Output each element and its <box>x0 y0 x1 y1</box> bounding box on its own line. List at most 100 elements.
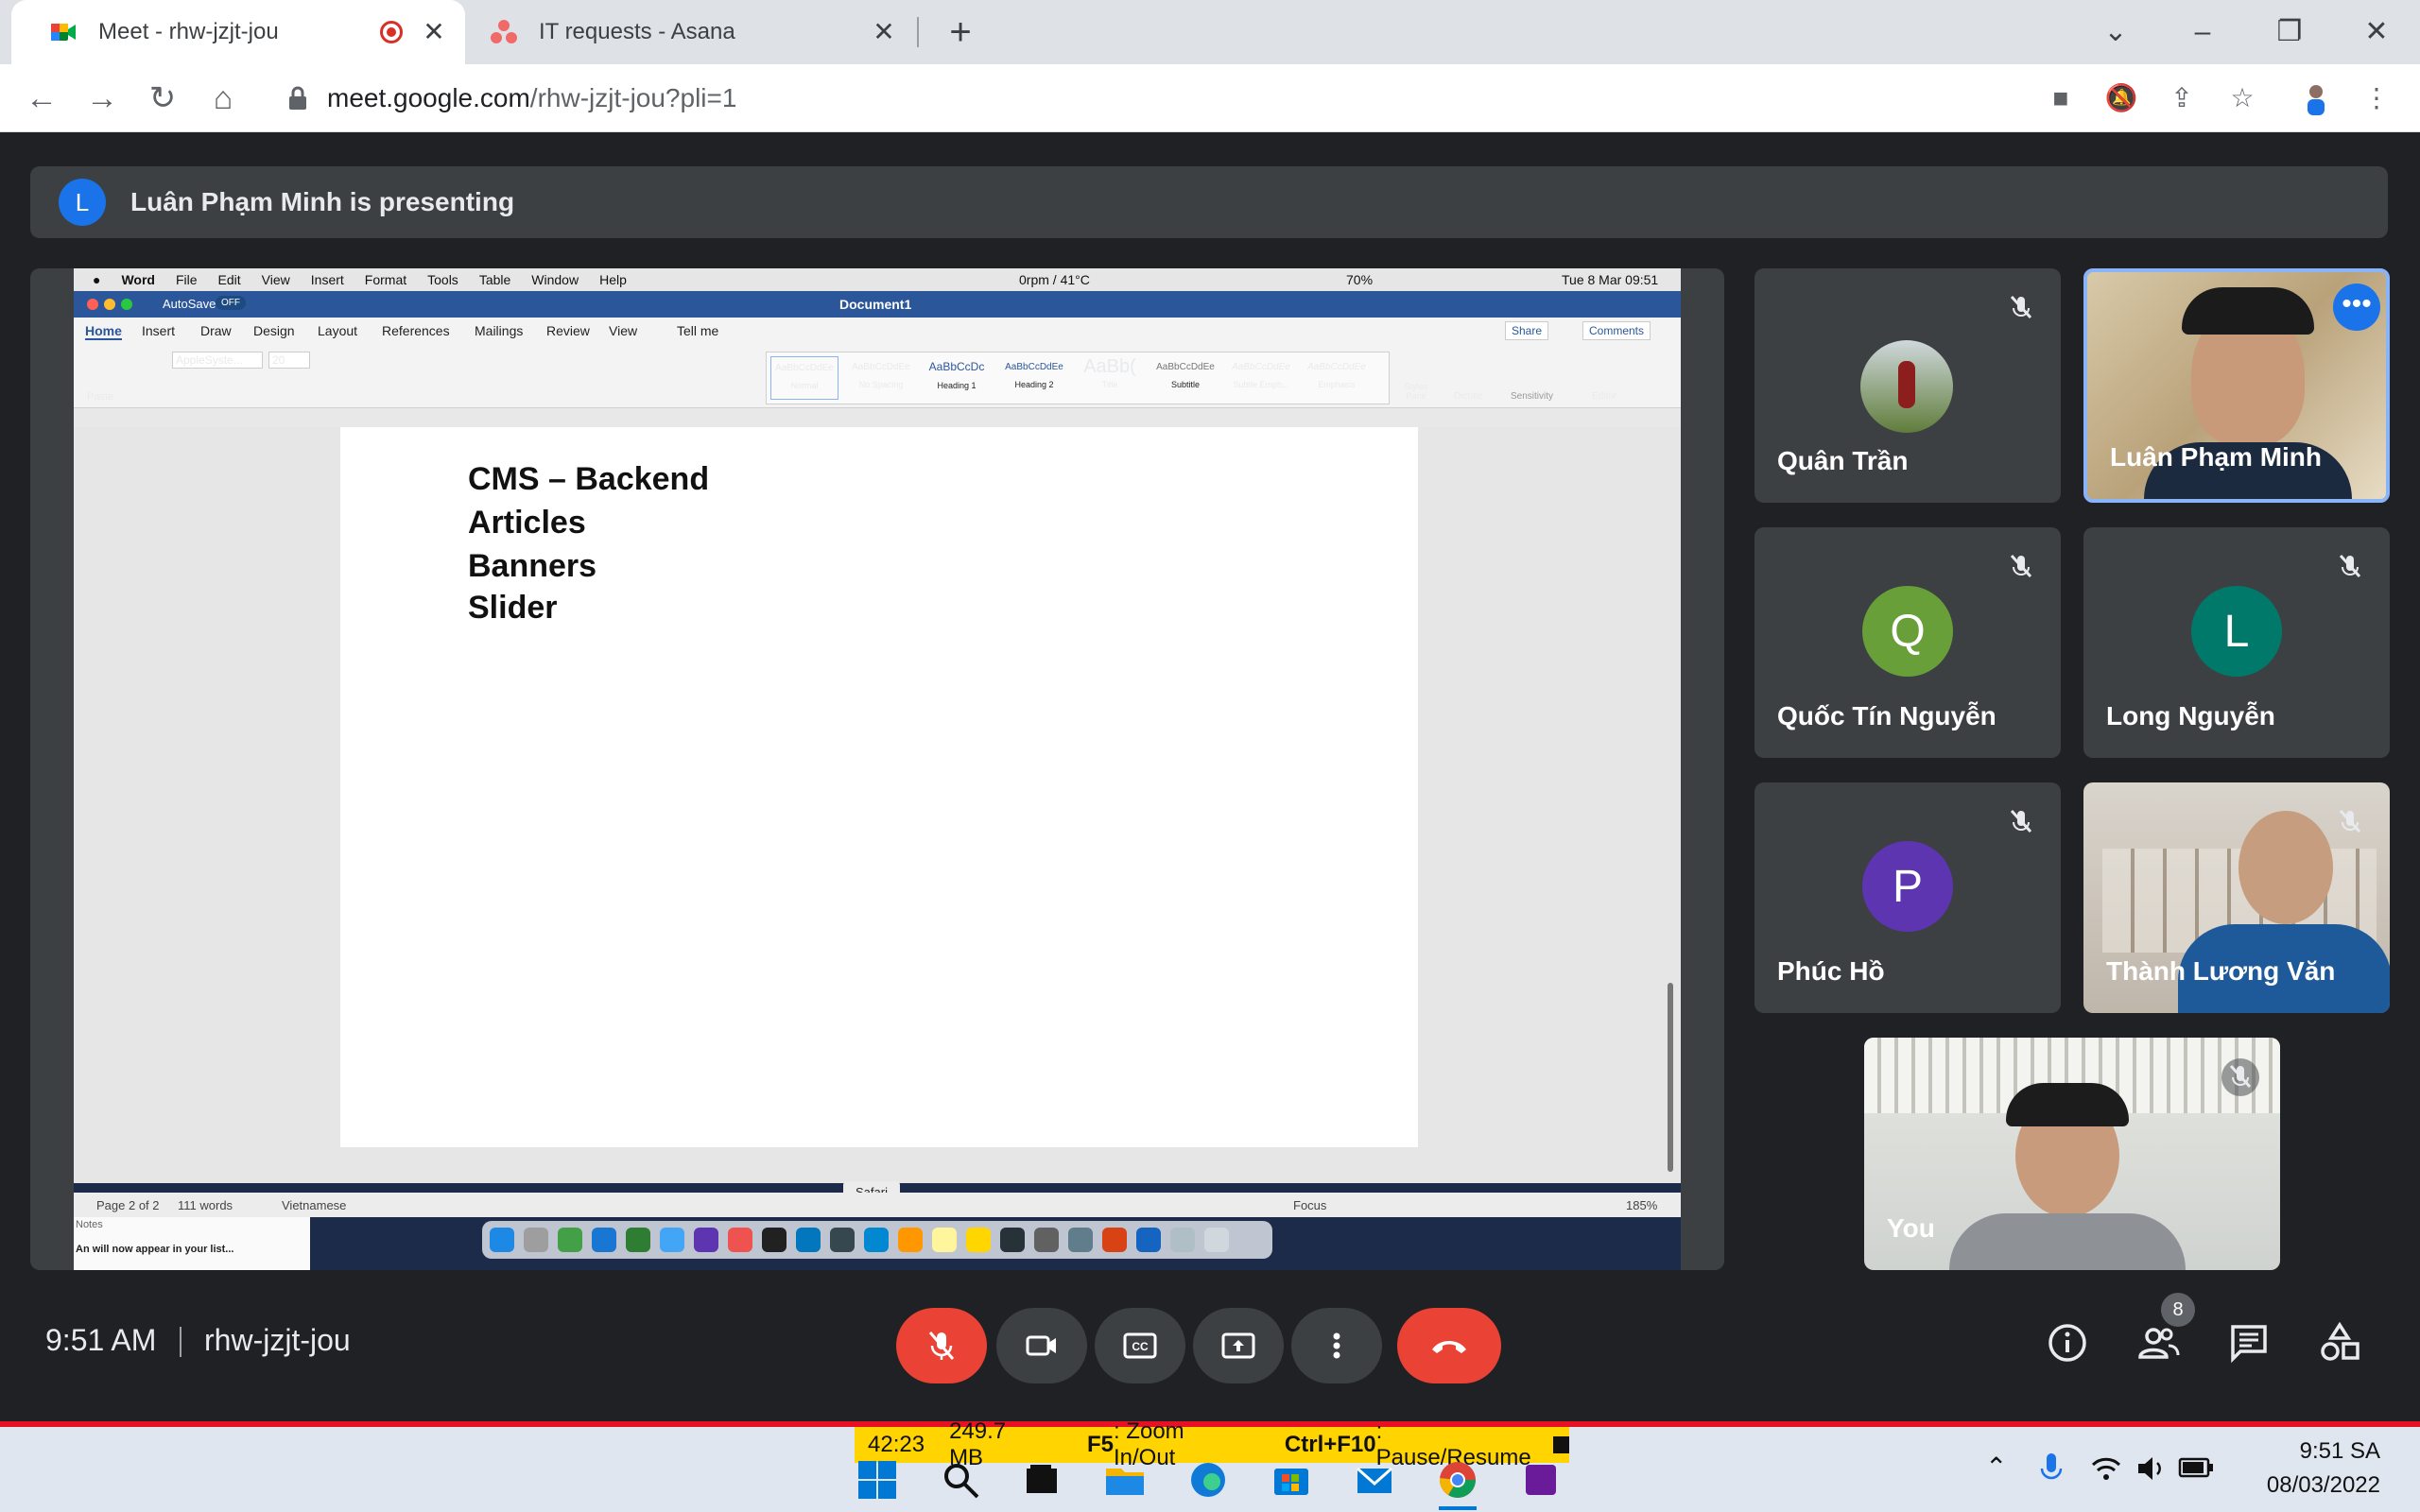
terminal-icon <box>762 1228 786 1252</box>
notes-widget: Notes An will now appear in your list... <box>74 1217 310 1270</box>
file-explorer-icon[interactable] <box>1104 1459 1146 1501</box>
tab-title: Meet - rhw-jzjt-jou <box>98 19 279 44</box>
mac-menu-item: Window <box>531 272 579 287</box>
url-host: meet.google.com <box>327 83 530 112</box>
style-subtle-emphasis: AaBbCcDdEe Subtle Emph... <box>1232 362 1290 389</box>
edge-icon[interactable] <box>1187 1459 1229 1501</box>
share-button: Share <box>1505 321 1549 340</box>
store-icon[interactable] <box>1270 1459 1312 1501</box>
bookmark-star-icon[interactable]: ☆ <box>2223 79 2261 117</box>
sensitivity-label: Sensitivity <box>1511 391 1554 402</box>
minimize-window-icon[interactable]: – <box>2184 13 2221 51</box>
chat-button[interactable] <box>2225 1319 2273 1366</box>
word-icon <box>1136 1228 1161 1252</box>
participant-tile[interactable]: Thành Lương Văn <box>2083 782 2390 1013</box>
wifi-icon[interactable] <box>2089 1452 2123 1486</box>
browser-toolbar: ← → ↻ ⌂ meet.google.com/rhw-jzjt-jou?pli… <box>0 64 2420 132</box>
tab-asana[interactable]: IT requests - Asana ✕ <box>467 0 915 64</box>
divider <box>180 1327 182 1357</box>
meeting-clock: 9:51 AM <box>45 1323 157 1357</box>
close-tab-icon[interactable]: ✕ <box>870 18 898 46</box>
camera-in-use-icon[interactable]: ■ <box>2042 79 2080 117</box>
close-tab-icon[interactable]: ✕ <box>420 18 448 46</box>
mail-icon[interactable] <box>1354 1459 1395 1501</box>
chrome-icon[interactable] <box>1437 1459 1478 1501</box>
participant-name: Long Nguyễn <box>2106 701 2275 730</box>
editor-label: Editor <box>1592 391 1617 402</box>
present-now-button[interactable] <box>1193 1308 1284 1383</box>
app-icon <box>966 1228 991 1252</box>
status-words: 111 words <box>178 1198 233 1212</box>
participant-name: Quốc Tín Nguyễn <box>1777 701 1996 730</box>
search-icon[interactable] <box>940 1459 981 1501</box>
activities-button[interactable] <box>2316 1319 2363 1366</box>
battery-charging-icon[interactable] <box>2178 1453 2216 1482</box>
ribbon-tab: References <box>382 323 450 338</box>
task-view-icon[interactable] <box>1021 1459 1063 1501</box>
meeting-details-button[interactable] <box>2044 1319 2091 1366</box>
ribbon-tab: Design <box>253 323 295 338</box>
mac-zoom-button <box>121 299 132 310</box>
dictate-label: Dictate <box>1454 391 1484 402</box>
self-video-hair <box>2006 1083 2129 1126</box>
participant-avatar: Q <box>1862 586 1953 677</box>
stop-recording-icon[interactable] <box>1553 1436 1569 1453</box>
taskbar-clock-date[interactable]: 08/03/2022 <box>2267 1472 2380 1499</box>
microphone-in-use-icon[interactable] <box>2034 1450 2068 1487</box>
ribbon-tab: Mailings <box>475 323 524 338</box>
share-icon[interactable]: ⇪ <box>2163 79 2201 117</box>
notes-label: Notes <box>76 1219 103 1230</box>
word-ribbon-tabs: Home Insert Draw Design Layout Reference… <box>74 318 1681 346</box>
doc-line: CMS – Backend <box>468 461 710 497</box>
mac-dock <box>482 1221 1272 1259</box>
captions-button[interactable]: CC <box>1095 1308 1185 1383</box>
participant-video-hair <box>2182 287 2314 335</box>
tab-search-chevron-icon[interactable]: ⌄ <box>2097 13 2135 51</box>
ribbon-tab: Draw <box>200 323 232 338</box>
participant-tile-active-speaker[interactable]: ••• Luân Phạm Minh <box>2083 268 2390 503</box>
new-tab-plus-icon[interactable]: + <box>942 13 979 51</box>
windows-start-icon[interactable] <box>856 1459 898 1501</box>
photos-icon <box>898 1228 923 1252</box>
restore-window-icon[interactable]: ❐ <box>2271 13 2308 51</box>
reload-icon[interactable]: ↻ <box>144 79 182 117</box>
mac-menu-item: Format <box>364 272 407 287</box>
style-heading-1: AaBbCcDc Heading 1 <box>928 360 985 390</box>
present-screen-icon <box>1221 1332 1255 1359</box>
participant-tile[interactable]: Quân Trần <box>1754 268 2061 503</box>
status-focus: Focus <box>1293 1198 1327 1212</box>
mac-menu-item: Tools <box>427 272 458 287</box>
app-icon[interactable] <box>1520 1459 1562 1501</box>
toggle-microphone-button[interactable] <box>896 1308 987 1383</box>
hang-up-icon <box>1432 1341 1466 1353</box>
mic-muted-icon <box>2010 295 2032 319</box>
zalo-icon <box>592 1228 616 1252</box>
show-hidden-icons-chevron-icon[interactable]: ⌃ <box>1985 1452 2007 1483</box>
notifications-blocked-icon[interactable]: 🔕 <box>2102 79 2140 117</box>
volume-icon[interactable] <box>2135 1452 2169 1486</box>
closed-captions-icon: CC <box>1123 1332 1157 1359</box>
participant-tile[interactable]: Q Quốc Tín Nguyễn <box>1754 527 2061 758</box>
back-arrow-icon[interactable]: ← <box>23 79 60 117</box>
toggle-camera-button[interactable] <box>996 1308 1087 1383</box>
address-bar[interactable]: meet.google.com/rhw-jzjt-jou?pli=1 <box>267 72 1968 125</box>
participant-video <box>2238 811 2333 924</box>
forward-arrow-icon[interactable]: → <box>83 79 121 117</box>
self-view-tile[interactable]: You <box>1864 1038 2280 1270</box>
info-icon <box>2048 1324 2086 1362</box>
doc-line: Slider <box>468 590 558 626</box>
tab-meet[interactable]: Meet - rhw-jzjt-jou ✕ <box>11 0 465 64</box>
home-icon[interactable]: ⌂ <box>204 79 242 117</box>
speaking-indicator-icon: ••• <box>2333 284 2380 331</box>
participant-tile[interactable]: P Phúc Hồ <box>1754 782 2061 1013</box>
leave-call-button[interactable] <box>1397 1308 1501 1383</box>
profile-avatar[interactable] <box>2297 79 2335 117</box>
taskbar-clock-time[interactable]: 9:51 SA <box>2300 1438 2380 1465</box>
tab-divider <box>917 17 919 47</box>
presenting-banner: L Luân Phạm Minh is presenting <box>30 166 2388 238</box>
close-window-icon[interactable]: ✕ <box>2358 13 2395 51</box>
browser-menu-icon[interactable]: ⋮ <box>2358 79 2395 117</box>
participant-tile[interactable]: L Long Nguyễn <box>2083 527 2390 758</box>
more-options-button[interactable] <box>1291 1308 1382 1383</box>
screen-recorder-overlay: 42:23 249.7 MB F5: Zoom In/Out Ctrl+F10:… <box>855 1418 1569 1470</box>
